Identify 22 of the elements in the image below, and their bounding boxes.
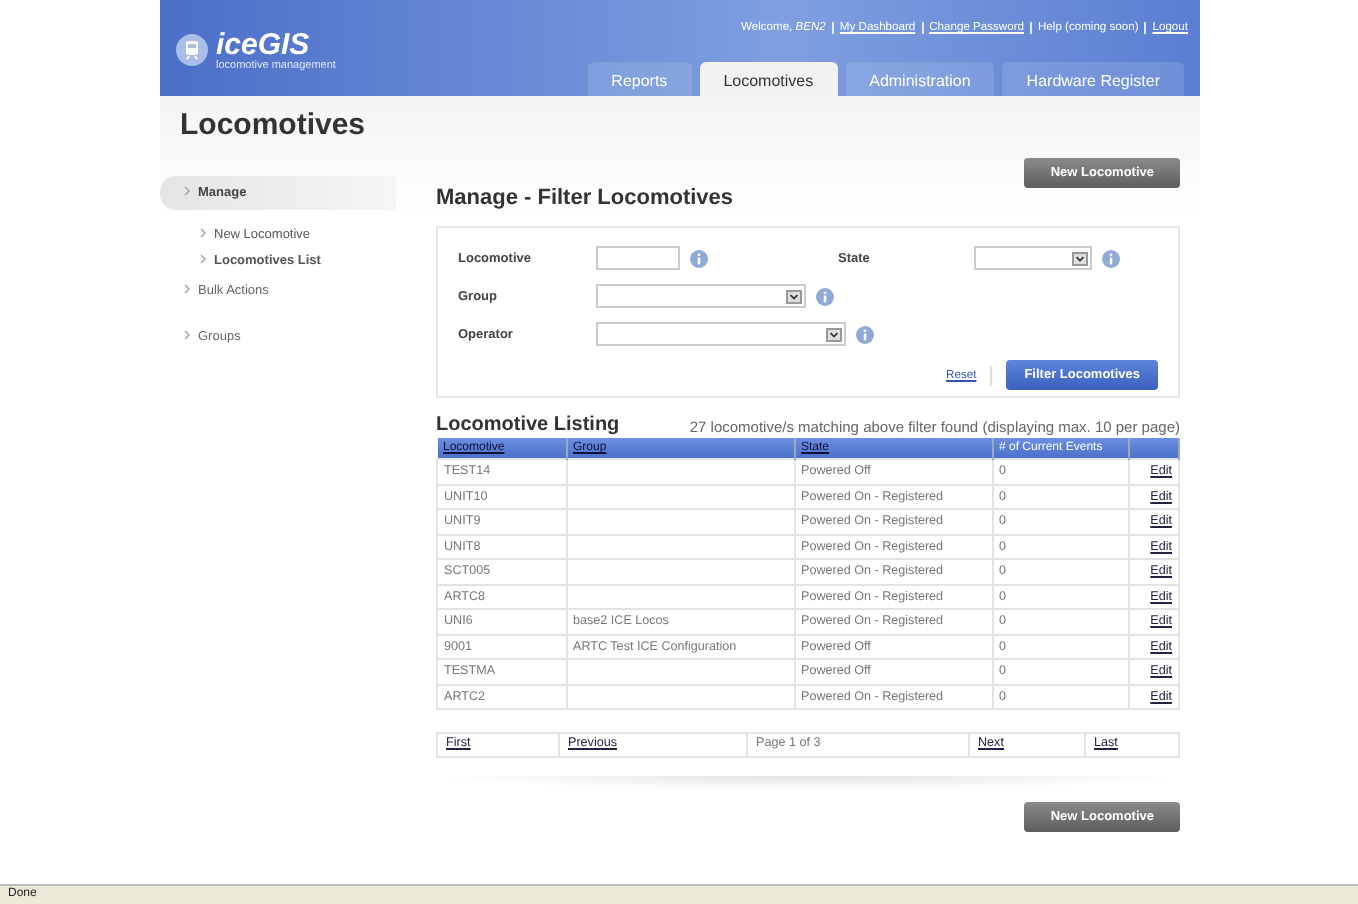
chevron-icon <box>200 254 206 264</box>
info-icon[interactable] <box>690 249 708 267</box>
dropdown-field[interactable] <box>596 322 846 346</box>
chevron-icon <box>200 228 206 238</box>
dropdown-arrow-icon <box>1072 251 1088 265</box>
info-icon[interactable] <box>1102 249 1120 267</box>
section-title: Manage - Filter Locomotives <box>436 186 734 210</box>
listing-title: Locomotive Listing <box>436 414 620 436</box>
dropdown-field[interactable] <box>974 246 1092 270</box>
text-field[interactable] <box>596 246 680 270</box>
logo-title: iceGIS <box>216 29 312 59</box>
info-icon[interactable] <box>856 325 874 343</box>
dropdown-arrow-icon <box>786 289 802 303</box>
chevron-icon <box>184 186 190 196</box>
nav-tab[interactable]: Locomotives <box>699 62 838 96</box>
dropdown-field[interactable] <box>596 284 806 308</box>
dropdown-arrow-icon <box>826 327 842 341</box>
page-title: Locomotives <box>178 106 368 146</box>
chevron-icon <box>184 284 190 294</box>
train-icon <box>176 34 208 66</box>
chevron-icon <box>184 330 190 340</box>
info-icon[interactable] <box>816 287 834 305</box>
